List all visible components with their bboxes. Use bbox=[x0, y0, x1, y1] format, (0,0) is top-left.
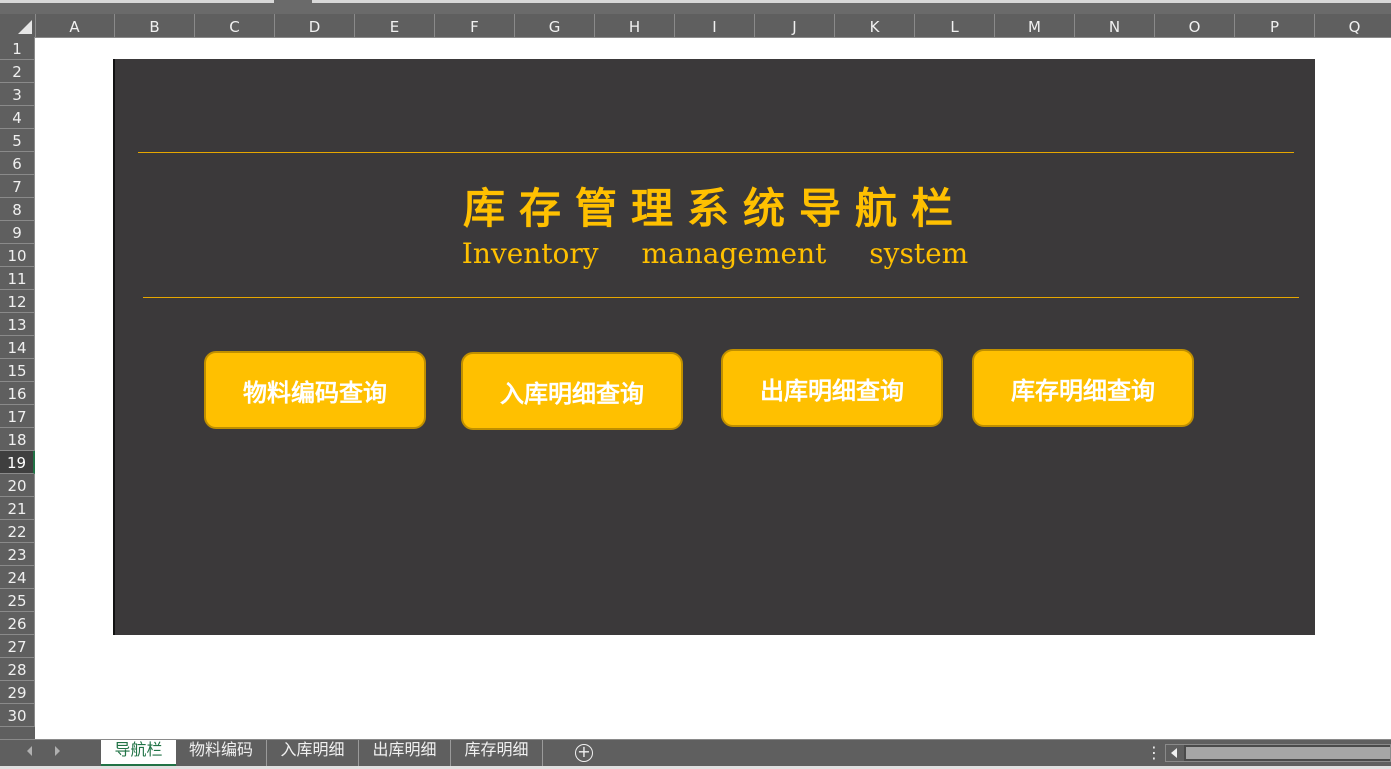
ribbon-edge bbox=[0, 0, 1391, 14]
row-header-7[interactable]: 7 bbox=[0, 175, 35, 198]
row-header-5[interactable]: 5 bbox=[0, 129, 35, 152]
row-header-23[interactable]: 23 bbox=[0, 543, 35, 566]
column-header-bar: ABCDEFGHIJKLMNOPQ bbox=[0, 14, 1391, 38]
row-header-30[interactable]: 30 bbox=[0, 704, 35, 727]
sheet-tab-nav[interactable]: 导航栏 bbox=[101, 740, 176, 766]
sheet-tab-stock[interactable]: 库存明细 bbox=[451, 740, 543, 766]
column-header-a[interactable]: A bbox=[35, 14, 115, 37]
column-header-o[interactable]: O bbox=[1155, 14, 1235, 37]
row-header-14[interactable]: 14 bbox=[0, 336, 35, 359]
dashboard-panel: 库存管理系统导航栏 Inventory management system 物料… bbox=[113, 59, 1315, 635]
material-code-query-button[interactable]: 物料编码查询 bbox=[204, 351, 426, 429]
sheet-tab-inbound[interactable]: 入库明细 bbox=[267, 740, 359, 766]
top-divider bbox=[138, 152, 1294, 153]
column-header-b[interactable]: B bbox=[115, 14, 195, 37]
scroll-tabs-right-icon[interactable] bbox=[55, 746, 60, 756]
row-header-13[interactable]: 13 bbox=[0, 313, 35, 336]
row-header-8[interactable]: 8 bbox=[0, 198, 35, 221]
horizontal-scrollbar[interactable] bbox=[1165, 744, 1391, 762]
column-header-f[interactable]: F bbox=[435, 14, 515, 37]
row-header-11[interactable]: 11 bbox=[0, 267, 35, 290]
stock-detail-query-button[interactable]: 库存明细查询 bbox=[972, 349, 1194, 427]
column-header-e[interactable]: E bbox=[355, 14, 435, 37]
inbound-detail-query-button[interactable]: 入库明细查询 bbox=[461, 352, 683, 430]
dashboard-title: 库存管理系统导航栏 bbox=[462, 184, 967, 233]
row-header-27[interactable]: 27 bbox=[0, 635, 35, 658]
add-sheet-icon[interactable]: + bbox=[575, 744, 593, 762]
row-header-21[interactable]: 21 bbox=[0, 497, 35, 520]
column-header-p[interactable]: P bbox=[1235, 14, 1315, 37]
scroll-thumb[interactable] bbox=[1186, 747, 1390, 759]
column-header-j[interactable]: J bbox=[755, 14, 835, 37]
dashboard-subtitle: Inventory management system bbox=[461, 237, 969, 270]
row-header-24[interactable]: 24 bbox=[0, 566, 35, 589]
bottom-divider bbox=[143, 297, 1299, 298]
column-header-d[interactable]: D bbox=[275, 14, 355, 37]
row-header-25[interactable]: 25 bbox=[0, 589, 35, 612]
select-all-icon[interactable] bbox=[0, 14, 36, 37]
row-header-6[interactable]: 6 bbox=[0, 152, 35, 175]
column-header-l[interactable]: L bbox=[915, 14, 995, 37]
sheet-tab-outbound[interactable]: 出库明细 bbox=[359, 740, 451, 766]
column-header-m[interactable]: M bbox=[995, 14, 1075, 37]
row-header-20[interactable]: 20 bbox=[0, 474, 35, 497]
formula-bar-edge bbox=[312, 0, 1391, 3]
row-header-22[interactable]: 22 bbox=[0, 520, 35, 543]
row-header-4[interactable]: 4 bbox=[0, 106, 35, 129]
row-header-26[interactable]: 26 bbox=[0, 612, 35, 635]
row-header-29[interactable]: 29 bbox=[0, 681, 35, 704]
row-header-3[interactable]: 3 bbox=[0, 83, 35, 106]
row-header-12[interactable]: 12 bbox=[0, 290, 35, 313]
column-header-h[interactable]: H bbox=[595, 14, 675, 37]
sheet-tab-bar: 导航栏 物料编码 入库明细 出库明细 库存明细 + ⋮ bbox=[0, 739, 1391, 767]
row-header-1[interactable]: 1 bbox=[0, 37, 35, 60]
column-header-k[interactable]: K bbox=[835, 14, 915, 37]
row-header-18[interactable]: 18 bbox=[0, 428, 35, 451]
row-header-9[interactable]: 9 bbox=[0, 221, 35, 244]
name-box-edge bbox=[0, 0, 274, 3]
row-header-2[interactable]: 2 bbox=[0, 60, 35, 83]
row-header-bar: 1 2 3 4 5 6 7 8 9 10 11 12 13 14 15 16 17 18 19 20 21 22 23 24 2… bbox=[0, 37, 35, 739]
scroll-left-icon bbox=[1171, 748, 1177, 758]
row-header-10[interactable]: 10 bbox=[0, 244, 35, 267]
column-header-i[interactable]: I bbox=[675, 14, 755, 37]
column-header-q[interactable]: Q bbox=[1315, 14, 1391, 37]
row-header-16[interactable]: 16 bbox=[0, 382, 35, 405]
column-header-n[interactable]: N bbox=[1075, 14, 1155, 37]
row-header-19[interactable]: 19 bbox=[0, 451, 35, 474]
scroll-tabs-left-icon[interactable] bbox=[27, 746, 32, 756]
column-header-c[interactable]: C bbox=[195, 14, 275, 37]
row-header-15[interactable]: 15 bbox=[0, 359, 35, 382]
outbound-detail-query-button[interactable]: 出库明细查询 bbox=[721, 349, 943, 427]
column-header-g[interactable]: G bbox=[515, 14, 595, 37]
scroll-left-button[interactable] bbox=[1166, 745, 1184, 761]
row-header-17[interactable]: 17 bbox=[0, 405, 35, 428]
row-header-28[interactable]: 28 bbox=[0, 658, 35, 681]
more-options-icon[interactable]: ⋮ bbox=[1146, 744, 1162, 762]
select-all-triangle bbox=[18, 20, 32, 34]
sheet-tab-material-code[interactable]: 物料编码 bbox=[176, 740, 267, 766]
